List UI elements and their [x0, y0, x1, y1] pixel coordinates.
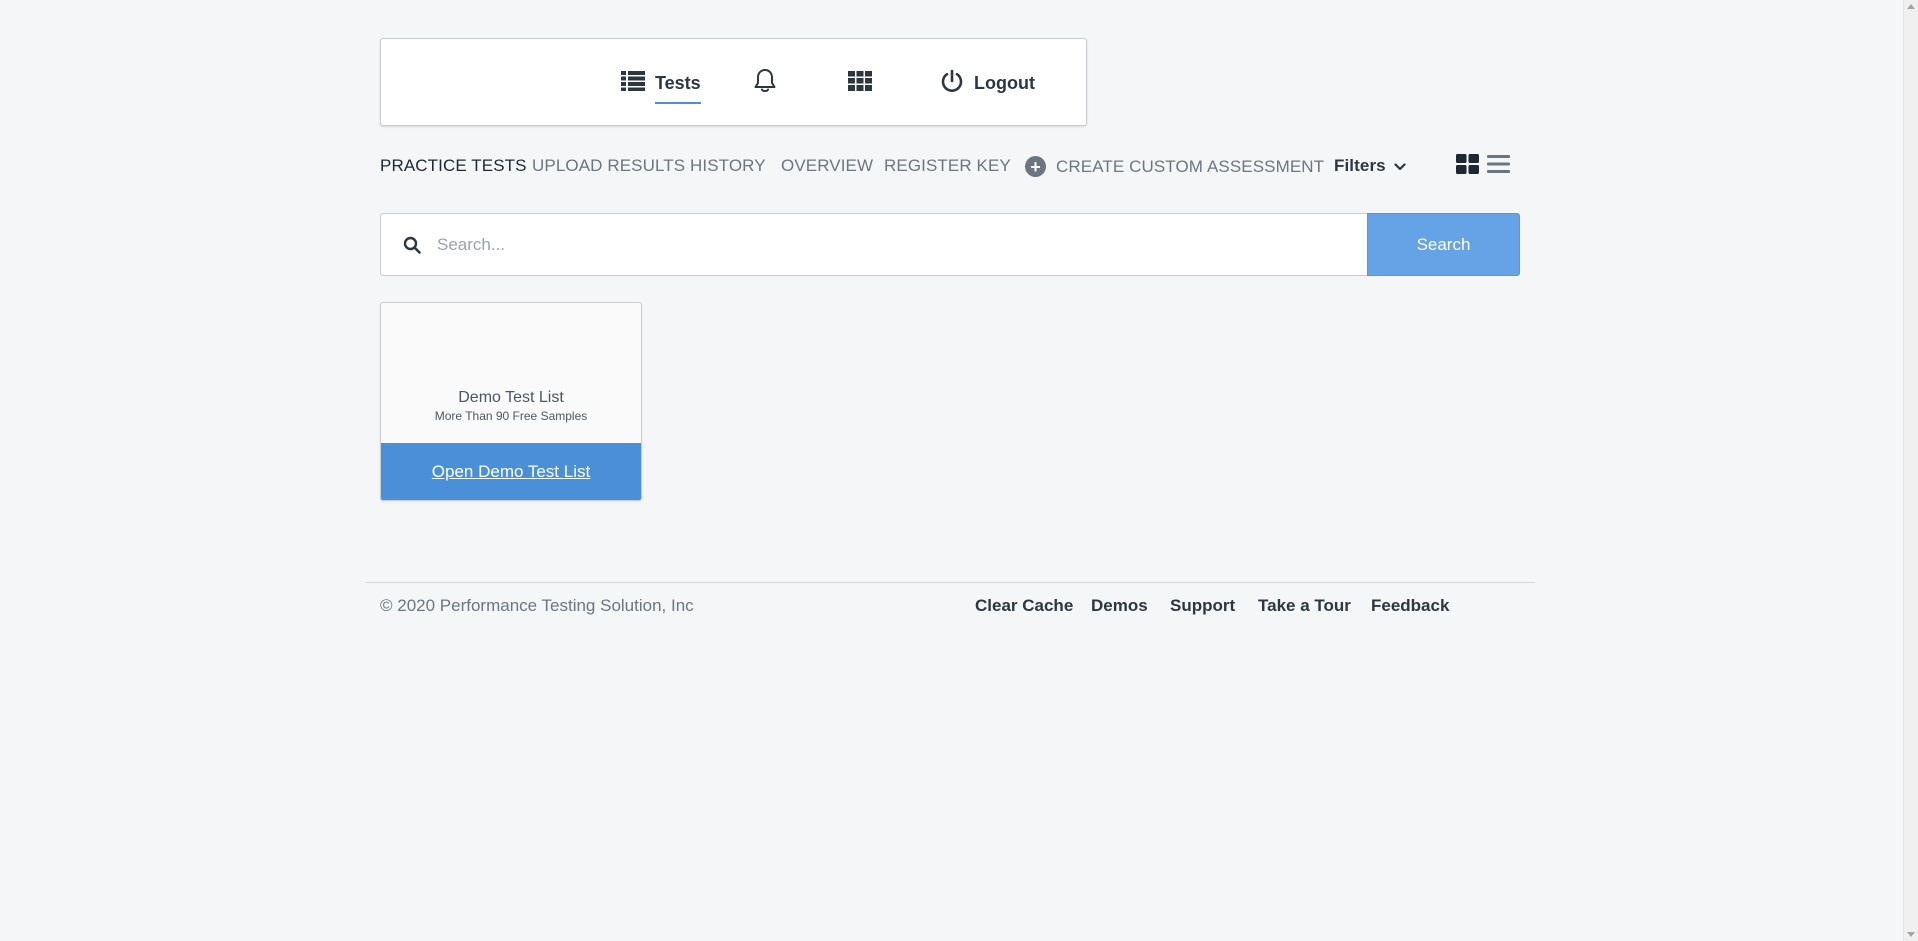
create-custom-assessment-button[interactable]: + CREATE CUSTOM ASSESSMENT [1025, 156, 1324, 177]
footer-link-feedback[interactable]: Feedback [1371, 596, 1449, 616]
page: Tests Logout PRACTICE TESTS UPLOAD RESUL… [0, 0, 1918, 941]
grid-view-icon[interactable] [1456, 154, 1479, 179]
tab-practice-tests[interactable]: PRACTICE TESTS [380, 156, 527, 176]
create-custom-assessment-label: CREATE CUSTOM ASSESSMENT [1056, 156, 1325, 176]
tab-upload-results[interactable]: UPLOAD RESULTS [532, 156, 685, 176]
bell-icon [753, 68, 777, 99]
tab-overview[interactable]: OVERVIEW [781, 156, 873, 176]
demo-test-list-card: Demo Test List More Than 90 Free Samples… [380, 302, 642, 501]
filters-dropdown[interactable]: Filters [1334, 156, 1406, 176]
search-icon [403, 236, 421, 254]
notifications-button[interactable] [753, 39, 777, 127]
tab-history[interactable]: HISTORY [690, 156, 766, 176]
page-scrollbar[interactable] [1903, 0, 1918, 941]
search-button[interactable]: Search [1367, 213, 1520, 276]
footer-link-take-a-tour[interactable]: Take a Tour [1258, 596, 1351, 616]
top-navbar: Tests Logout [380, 38, 1087, 126]
footer-link-support[interactable]: Support [1170, 596, 1235, 616]
scroll-up-arrow-icon[interactable] [1907, 4, 1915, 9]
logout-label: Logout [974, 72, 1035, 93]
footer-divider [365, 582, 1535, 583]
scroll-down-arrow-icon[interactable] [1907, 932, 1915, 937]
grid-apps-icon [848, 70, 872, 96]
chevron-down-icon [1394, 156, 1406, 176]
tab-register-key[interactable]: REGISTER KEY [884, 156, 1011, 176]
search-bar: Search [380, 213, 1520, 276]
search-input[interactable] [435, 233, 1339, 256]
copyright: © 2020 Performance Testing Solution, Inc [380, 596, 694, 615]
apps-button[interactable] [848, 39, 872, 127]
filters-label: Filters [1334, 156, 1386, 175]
power-icon [940, 69, 964, 98]
nav-tests-label: Tests [655, 72, 701, 104]
plus-circle-icon: + [1025, 156, 1046, 177]
view-toggle [1456, 154, 1518, 179]
footer-link-demos[interactable]: Demos [1091, 596, 1148, 616]
logout-button[interactable]: Logout [940, 39, 1035, 127]
list-icon [621, 70, 645, 96]
card-title: Demo Test List [458, 389, 564, 406]
list-view-icon[interactable] [1487, 154, 1510, 179]
open-demo-test-list-button[interactable]: Open Demo Test List [381, 443, 641, 500]
card-subtitle: More Than 90 Free Samples [434, 409, 588, 423]
footer-link-clear-cache[interactable]: Clear Cache [975, 596, 1073, 616]
nav-tests[interactable]: Tests [621, 39, 701, 127]
search-box [380, 213, 1367, 276]
